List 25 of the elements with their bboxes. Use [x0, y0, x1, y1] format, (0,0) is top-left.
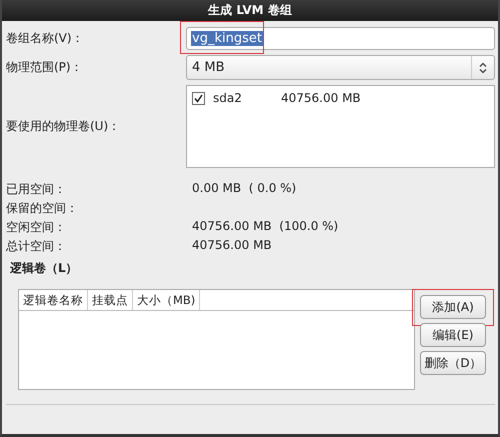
volume-name: sda2: [213, 91, 243, 105]
column-header[interactable]: 逻辑卷名称: [19, 290, 88, 310]
volume-size: 40756.00 MB: [281, 91, 361, 105]
stat-label: 保留的空间：: [6, 200, 79, 217]
stat-label: 已用空间：: [6, 181, 67, 198]
range-dropdown[interactable]: 4 MB: [186, 55, 495, 80]
stat-label: 空闲空间：: [6, 219, 67, 236]
checkbox[interactable]: [192, 92, 205, 104]
action-button[interactable]: 删除（D）: [420, 351, 486, 375]
window-title: 生成 LVM 卷组: [2, 0, 498, 21]
stat-label: 总计空间：: [6, 238, 67, 255]
action-button[interactable]: 添加(A): [420, 295, 486, 319]
section-title: 逻辑卷（L）: [10, 260, 79, 277]
field-label: 卷组名称(V)：: [6, 30, 85, 47]
stat-value: 0.00 MB ( 0.0 %): [192, 181, 298, 197]
field-label: 物理范围(P)：: [6, 59, 84, 76]
field-label: 要使用的物理卷(U)：: [6, 118, 122, 135]
column-header[interactable]: 大小（MB): [133, 290, 200, 310]
field-value: vg_kingset: [191, 31, 263, 46]
stat-value: 40756.00 MB: [192, 238, 273, 254]
name-field[interactable]: vg_kingset: [186, 27, 495, 50]
column-header[interactable]: 挂载点: [88, 290, 133, 310]
spinner-icon: [478, 62, 488, 74]
action-button[interactable]: 编辑(E): [420, 323, 486, 347]
stat-value: 40756.00 MB (100.0 %): [192, 219, 340, 235]
